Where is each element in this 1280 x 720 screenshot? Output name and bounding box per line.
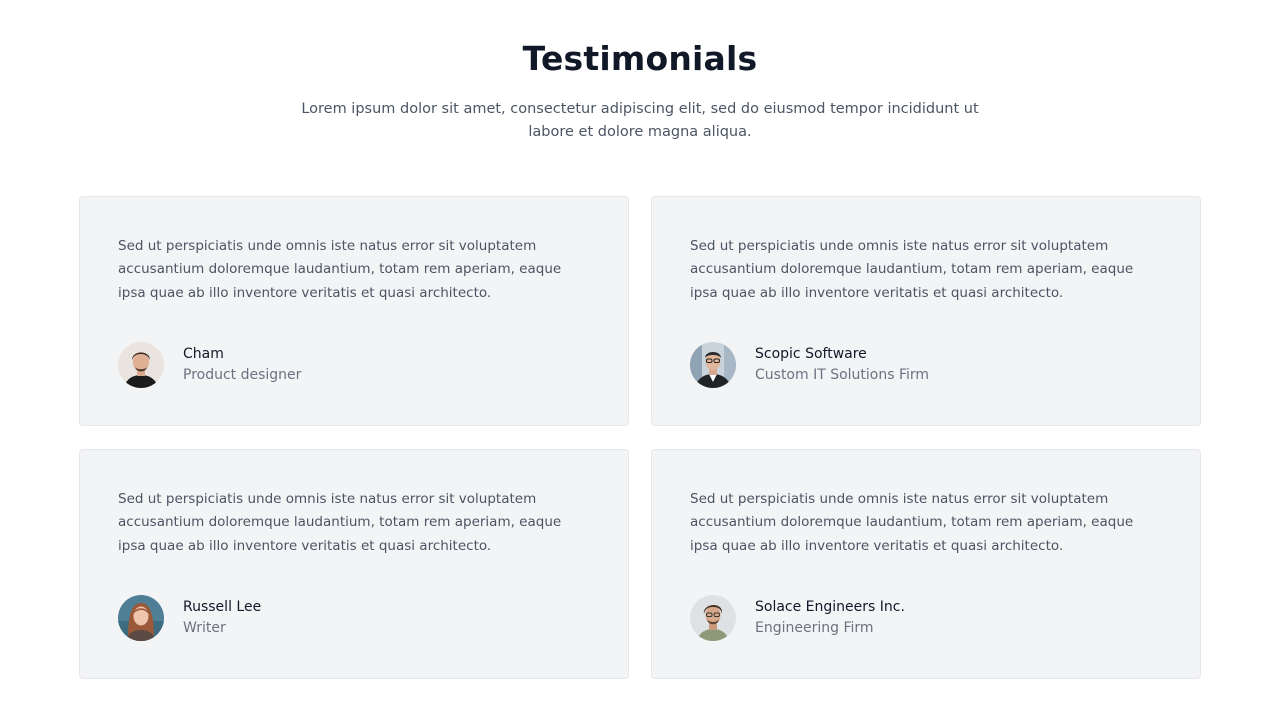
testimonial-quote: Sed ut perspiciatis unde omnis iste natu… xyxy=(118,238,562,301)
testimonial-quote: Sed ut perspiciatis unde omnis iste natu… xyxy=(690,491,1134,554)
author-text: Cham Product designer xyxy=(183,344,301,386)
avatar xyxy=(118,595,164,641)
avatar-photo-man-dark-hair-icon xyxy=(118,342,164,388)
author-text: Russell Lee Writer xyxy=(183,597,261,639)
testimonial-quote: Sed ut perspiciatis unde omnis iste natu… xyxy=(118,491,562,554)
author-text: Solace Engineers Inc. Engineering Firm xyxy=(755,597,905,639)
author-name: Russell Lee xyxy=(183,599,262,615)
author-role: Product designer xyxy=(183,367,302,383)
testimonial-author: Russell Lee Writer xyxy=(118,595,261,641)
author-role: Engineering Firm xyxy=(755,620,874,636)
avatar-photo-man-curly-hair-icon xyxy=(690,595,736,641)
author-role: Custom IT Solutions Firm xyxy=(755,367,930,383)
avatar xyxy=(118,342,164,388)
page-title: Testimonials xyxy=(522,39,758,78)
testimonial-card: Sed ut perspiciatis unde omnis iste natu… xyxy=(79,196,629,426)
author-name: Solace Engineers Inc. xyxy=(755,599,905,615)
testimonials-section: Testimonials Lorem ipsum dolor sit amet,… xyxy=(0,0,1280,720)
avatar-photo-man-glasses-suit-icon xyxy=(690,342,736,388)
section-subtitle: Lorem ipsum dolor sit amet, consectetur … xyxy=(301,101,979,140)
testimonial-card: Sed ut perspiciatis unde omnis iste natu… xyxy=(651,449,1201,679)
testimonial-card: Sed ut perspiciatis unde omnis iste natu… xyxy=(79,449,629,679)
author-text: Scopic Software Custom IT Solutions Firm xyxy=(755,344,929,386)
testimonial-quote: Sed ut perspiciatis unde omnis iste natu… xyxy=(690,238,1134,301)
avatar xyxy=(690,595,736,641)
testimonial-card: Sed ut perspiciatis unde omnis iste natu… xyxy=(651,196,1201,426)
testimonials-grid: Sed ut perspiciatis unde omnis iste natu… xyxy=(79,196,1201,679)
avatar xyxy=(690,342,736,388)
author-role: Writer xyxy=(183,620,226,636)
testimonial-author: Cham Product designer xyxy=(118,342,301,388)
avatar-photo-woman-auburn-hair-icon xyxy=(118,595,164,641)
author-name: Cham xyxy=(183,346,224,362)
testimonial-author: Solace Engineers Inc. Engineering Firm xyxy=(690,595,905,641)
author-name: Scopic Software xyxy=(755,346,867,362)
testimonial-author: Scopic Software Custom IT Solutions Firm xyxy=(690,342,929,388)
